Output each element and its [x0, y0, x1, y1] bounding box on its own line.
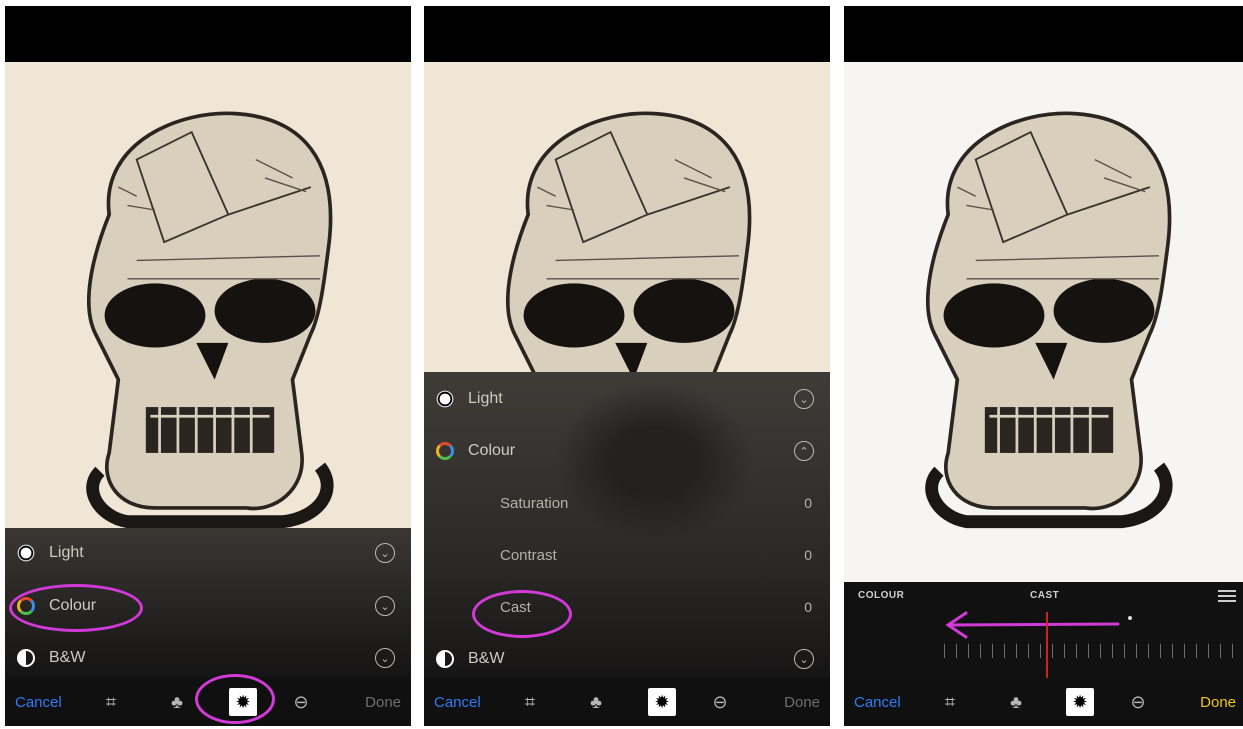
crop-icon[interactable]: ⌗: [97, 688, 125, 716]
cancel-button[interactable]: Cancel: [15, 688, 62, 716]
slider-value: 0: [804, 599, 812, 615]
more-icon[interactable]: ⊖: [1124, 688, 1152, 716]
slider-marker[interactable]: [1046, 612, 1048, 678]
adjust-icon[interactable]: ✹: [1066, 688, 1094, 716]
skull-drawing-image: [45, 90, 375, 550]
colour-wheel-icon: [434, 440, 456, 462]
cancel-button[interactable]: Cancel: [434, 688, 481, 716]
menu-row-colour[interactable]: Colour ⌃: [424, 426, 830, 476]
half-circle-icon: [434, 648, 456, 670]
photo-canvas: [5, 62, 411, 582]
chevron-down-icon[interactable]: ⌄: [375, 596, 395, 616]
crop-icon[interactable]: ⌗: [516, 688, 544, 716]
more-icon[interactable]: ⊖: [706, 688, 734, 716]
menu-label: Colour: [468, 442, 516, 459]
slider-value: 0: [804, 547, 812, 563]
filters-icon[interactable]: ♣: [1002, 688, 1030, 716]
status-bar: [5, 6, 411, 62]
menu-label: Saturation: [500, 494, 569, 512]
slider-value: 0: [804, 495, 812, 511]
crop-icon[interactable]: ⌗: [936, 688, 964, 716]
list-icon[interactable]: [1218, 590, 1236, 602]
screen-2: Light ⌄ Colour ⌃ Saturation 0 Contrast 0…: [424, 6, 830, 726]
status-bar: [424, 6, 830, 62]
menu-row-light[interactable]: Light ⌄: [424, 374, 830, 424]
chevron-down-icon[interactable]: ⌄: [794, 649, 814, 669]
edit-toolbar: Cancel ⌗ ♣ ✹ ⊖ Done: [424, 678, 830, 726]
parameter-label: CAST: [1030, 590, 1060, 601]
adjust-menu-expanded: Light ⌄ Colour ⌃ Saturation 0 Contrast 0…: [424, 372, 830, 678]
filters-icon[interactable]: ♣: [163, 688, 191, 716]
cancel-button[interactable]: Cancel: [854, 688, 901, 716]
menu-label: Light: [468, 390, 503, 407]
menu-label: B&W: [468, 650, 505, 667]
edit-toolbar: Cancel ⌗ ♣ ✹ ⊖ Done: [844, 678, 1243, 726]
half-circle-icon: [15, 647, 37, 669]
chevron-down-icon[interactable]: ⌄: [375, 543, 395, 563]
menu-label: Contrast: [500, 546, 557, 564]
annotation-circle: [9, 584, 143, 632]
filters-icon[interactable]: ♣: [582, 688, 610, 716]
cast-slider-panel: COLOUR CAST: [844, 582, 1243, 678]
more-icon[interactable]: ⊖: [287, 688, 315, 716]
chevron-down-icon[interactable]: ⌄: [794, 389, 814, 409]
menu-label: Light: [49, 544, 84, 561]
menu-label: B&W: [49, 649, 86, 666]
photo-canvas: [844, 62, 1243, 582]
adjust-icon[interactable]: ✹: [648, 688, 676, 716]
chevron-up-icon[interactable]: ⌃: [794, 441, 814, 461]
menu-row-bw[interactable]: B&W ⌄: [5, 633, 411, 683]
annotation-arrow: [945, 611, 1120, 639]
skull-drawing-image: [884, 90, 1214, 550]
menu-row-contrast[interactable]: Contrast 0: [424, 530, 830, 580]
annotation-circle: [195, 674, 275, 724]
slider-track[interactable]: [944, 644, 1234, 658]
slider-default-dot: [1128, 616, 1132, 620]
annotation-circle: [472, 590, 572, 638]
screen-3: COLOUR CAST Cancel ⌗ ♣ ✹ ⊖ Done: [844, 6, 1243, 726]
menu-row-saturation[interactable]: Saturation 0: [424, 478, 830, 528]
chevron-down-icon[interactable]: ⌄: [375, 648, 395, 668]
sun-icon: [434, 388, 456, 410]
menu-row-light[interactable]: Light ⌄: [5, 528, 411, 578]
category-label: COLOUR: [858, 590, 905, 601]
done-button[interactable]: Done: [784, 688, 820, 716]
done-button[interactable]: Done: [365, 688, 401, 716]
sun-icon: [15, 542, 37, 564]
status-bar: [844, 6, 1243, 62]
screen-1: Light ⌄ Colour ⌄ B&W ⌄ Cancel ⌗ ♣ ✹ ⊖ Do…: [5, 6, 411, 726]
done-button[interactable]: Done: [1200, 688, 1236, 716]
menu-row-bw[interactable]: B&W ⌄: [424, 634, 830, 684]
